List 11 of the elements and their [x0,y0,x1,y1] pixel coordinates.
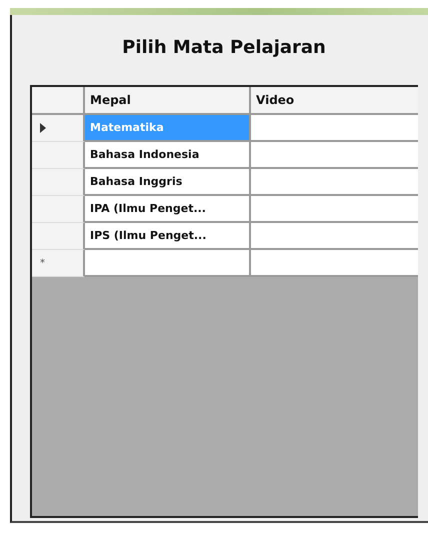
row-header[interactable] [32,196,85,223]
row-header[interactable] [32,223,85,250]
row-header[interactable] [32,169,85,196]
header-corner-cell[interactable] [32,87,85,115]
row-header[interactable] [32,142,85,169]
new-row-marker: * [40,258,45,268]
row-header[interactable]: * [32,250,85,277]
window-title: Pilih Mata Pelajaran [121,37,327,60]
column-header[interactable]: Mepal [85,87,251,115]
row-header[interactable] [32,115,85,142]
current-row-icon [40,123,46,133]
